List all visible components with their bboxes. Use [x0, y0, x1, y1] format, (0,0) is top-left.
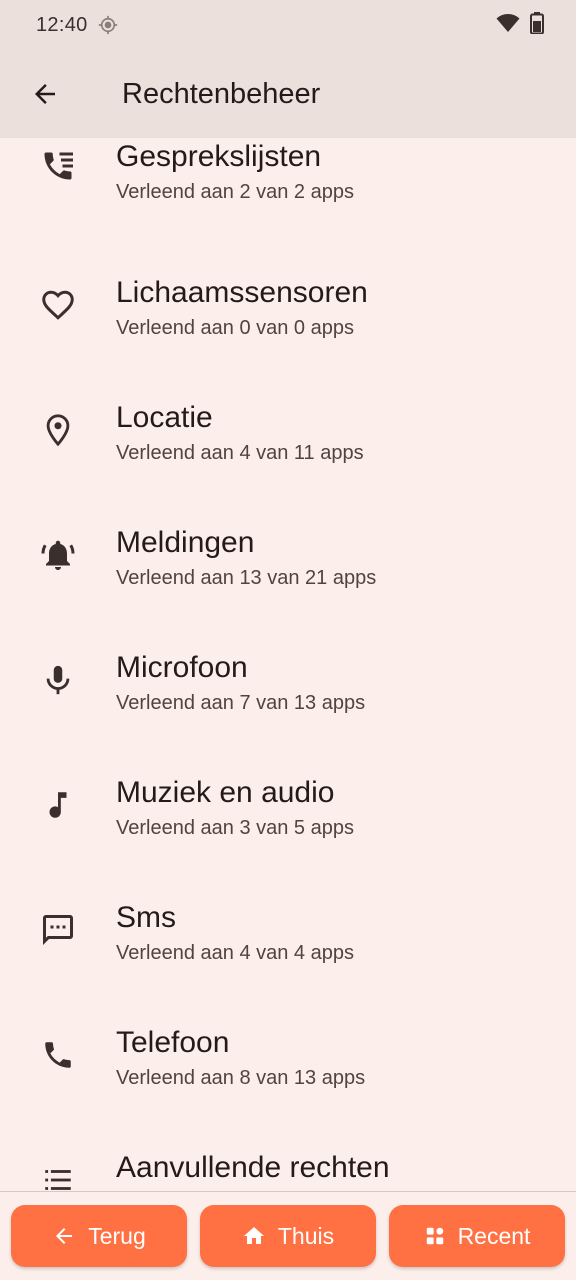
back-button[interactable] [15, 64, 75, 124]
recent-apps-icon [426, 1227, 443, 1245]
arrow-back-icon [35, 84, 55, 104]
list-item-microphone[interactable]: Microfoon Verleend aan 7 van 13 apps [0, 627, 576, 752]
item-subtitle: Verleend aan 7 van 13 apps [116, 692, 366, 714]
item-title: Gesprekslijsten [116, 140, 322, 173]
item-subtitle: Verleend aan 2 van 2 apps [116, 181, 354, 203]
location-active-icon [98, 15, 118, 35]
heart-icon [38, 285, 78, 325]
bell-icon [38, 535, 78, 575]
list-item-additional-permissions[interactable]: Aanvullende rechten [0, 1127, 576, 1191]
list-item-notifications[interactable]: Meldingen Verleend aan 13 van 21 apps [0, 502, 576, 627]
back-nav-button[interactable]: Terug [11, 1205, 187, 1267]
arrow-left-icon [56, 1228, 73, 1244]
item-subtitle: Verleend aan 3 van 5 apps [116, 817, 354, 839]
item-title: Lichaamssensoren [116, 276, 368, 309]
item-subtitle: Verleend aan 4 van 11 apps [116, 442, 364, 464]
wifi-icon [496, 13, 520, 38]
item-subtitle: Verleend aan 4 van 4 apps [116, 942, 354, 964]
item-subtitle: Verleend aan 13 van 21 apps [116, 567, 377, 589]
list-item-sms[interactable]: Sms Verleend aan 4 van 4 apps [0, 877, 576, 1002]
list-item-call-logs[interactable]: Gesprekslijsten Verleend aan 2 van 2 app… [0, 138, 576, 252]
item-title: Telefoon [116, 1026, 230, 1059]
music-note-icon [38, 785, 78, 825]
microphone-icon [38, 660, 78, 700]
item-title: Microfoon [116, 651, 248, 684]
recent-nav-label: Recent [457, 1222, 531, 1249]
item-title: Sms [116, 901, 176, 934]
phone-icon [38, 1035, 78, 1075]
item-title: Meldingen [116, 526, 255, 559]
recent-nav-button[interactable]: Recent [389, 1205, 565, 1267]
item-subtitle: Verleend aan 0 van 0 apps [116, 317, 354, 339]
location-pin-icon [38, 410, 78, 450]
item-title: Locatie [116, 401, 213, 434]
list-item-location[interactable]: Locatie Verleend aan 4 van 11 apps [0, 377, 576, 502]
home-nav-button[interactable]: Thuis [200, 1205, 376, 1267]
back-nav-label: Terug [88, 1222, 146, 1249]
call-log-icon [38, 146, 78, 186]
permission-list[interactable]: Gesprekslijsten Verleend aan 2 van 2 app… [0, 138, 576, 1191]
status-time: 12:40 [36, 13, 88, 36]
home-icon [243, 1227, 264, 1244]
app-bar: Rechtenbeheer [0, 50, 576, 138]
item-title: Muziek en audio [116, 776, 335, 809]
bottom-nav: Terug Thuis Recent [0, 1191, 576, 1280]
home-nav-label: Thuis [277, 1222, 335, 1249]
battery-icon [530, 11, 544, 39]
list-item-music-audio[interactable]: Muziek en audio Verleend aan 3 van 5 app… [0, 752, 576, 877]
item-subtitle: Verleend aan 8 van 13 apps [116, 1067, 366, 1089]
list-icon [38, 1160, 78, 1191]
list-item-body-sensors[interactable]: Lichaamssensoren Verleend aan 0 van 0 ap… [0, 252, 576, 377]
item-title: Aanvullende rechten [116, 1151, 390, 1184]
status-icons [496, 11, 544, 39]
page-title: Rechtenbeheer [122, 77, 321, 110]
sms-icon [38, 910, 78, 950]
status-bar: 12:40 [0, 0, 576, 50]
list-item-phone[interactable]: Telefoon Verleend aan 8 van 13 apps [0, 1002, 576, 1127]
